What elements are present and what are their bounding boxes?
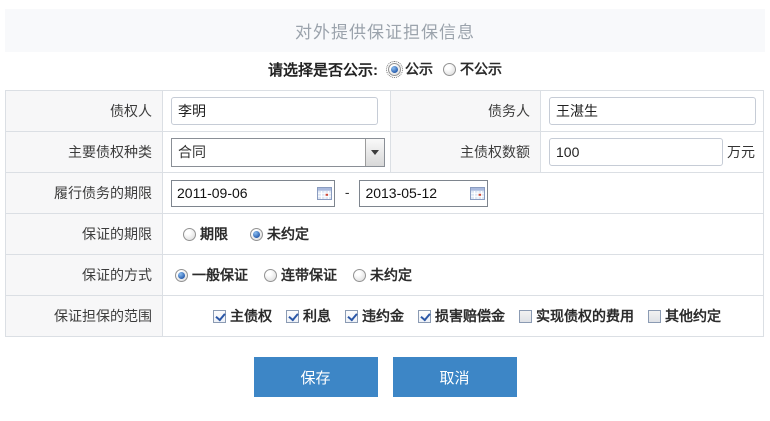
- radio-label: 不公示: [460, 59, 502, 79]
- end-date-field: [359, 180, 488, 207]
- row-creditor-debtor: 债权人 债务人: [6, 91, 764, 132]
- debt-amount-input[interactable]: [549, 138, 723, 166]
- amount-unit: 万元: [727, 144, 755, 160]
- radio-label: 未约定: [267, 224, 309, 244]
- radio-label: 公示: [405, 59, 433, 79]
- scope-checkbox-principal[interactable]: 主债权: [213, 306, 272, 326]
- checkbox-icon: [519, 310, 532, 323]
- guarantee-method-option-joint[interactable]: 连带保证: [264, 265, 337, 285]
- guarantee-period-option-unagreed[interactable]: 未约定: [250, 224, 309, 244]
- checkbox-label: 损害赔偿金: [435, 306, 505, 326]
- publicity-label: 请选择是否公示:: [268, 59, 378, 80]
- scope-checkbox-damages[interactable]: 损害赔偿金: [418, 306, 505, 326]
- row-type-amount: 主要债权种类 合同 主债权数额 万元: [6, 132, 764, 173]
- guarantee-scope-label: 保证担保的范围: [6, 296, 163, 337]
- debt-amount-label: 主债权数额: [391, 132, 541, 173]
- page-title-bar: 对外提供保证担保信息: [5, 9, 765, 52]
- action-buttons: 保存 取消: [0, 357, 770, 397]
- save-button[interactable]: 保存: [254, 357, 378, 397]
- checkbox-label: 违约金: [362, 306, 404, 326]
- performance-period-label: 履行债务的期限: [6, 173, 163, 214]
- guarantee-method-label: 保证的方式: [6, 255, 163, 296]
- checkbox-icon: [286, 310, 299, 323]
- radio-icon: [443, 63, 456, 76]
- checkbox-icon: [345, 310, 358, 323]
- radio-icon: [264, 269, 277, 282]
- radio-label: 未约定: [370, 265, 412, 285]
- start-date-input[interactable]: [172, 182, 314, 205]
- publicity-option-private[interactable]: 不公示: [443, 59, 502, 79]
- dropdown-arrow-icon[interactable]: [365, 139, 384, 166]
- radio-icon: [183, 228, 196, 241]
- scope-checkbox-other[interactable]: 其他约定: [648, 306, 721, 326]
- end-date-input[interactable]: [360, 182, 467, 205]
- radio-icon: [250, 228, 263, 241]
- page-title: 对外提供保证担保信息: [295, 18, 475, 43]
- guarantee-method-option-general[interactable]: 一般保证: [175, 265, 248, 285]
- creditor-input[interactable]: [171, 97, 378, 125]
- calendar-icon[interactable]: [314, 187, 334, 200]
- scope-checkbox-interest[interactable]: 利息: [286, 306, 331, 326]
- radio-icon: [388, 63, 401, 76]
- radio-label: 期限: [200, 224, 228, 244]
- radio-icon: [175, 269, 188, 282]
- guarantee-period-label: 保证的期限: [6, 214, 163, 255]
- checkbox-label: 其他约定: [665, 306, 721, 326]
- publicity-row: 请选择是否公示: 公示 不公示: [0, 52, 770, 86]
- checkbox-label: 实现债权的费用: [536, 306, 634, 326]
- checkbox-icon: [213, 310, 226, 323]
- checkbox-icon: [418, 310, 431, 323]
- row-guarantee-method: 保证的方式 一般保证 连带保证 未约定: [6, 255, 764, 296]
- debt-type-selected-value: 合同: [172, 142, 206, 162]
- debtor-label: 债务人: [391, 91, 541, 132]
- debtor-input[interactable]: [549, 97, 756, 125]
- guarantee-form-table: 债权人 债务人 主要债权种类 合同 主债权数额 万元 履行债务的期限: [5, 90, 764, 337]
- radio-icon: [353, 269, 366, 282]
- publicity-option-public[interactable]: 公示: [388, 59, 433, 79]
- checkbox-label: 主债权: [230, 306, 272, 326]
- debt-type-select[interactable]: 合同: [171, 138, 385, 167]
- guarantee-period-option-term[interactable]: 期限: [183, 224, 228, 244]
- date-range-separator: -: [345, 184, 350, 200]
- checkbox-icon: [648, 310, 661, 323]
- row-performance-period: 履行债务的期限 -: [6, 173, 764, 214]
- creditor-label: 债权人: [6, 91, 163, 132]
- scope-checkbox-realization-costs[interactable]: 实现债权的费用: [519, 306, 634, 326]
- calendar-icon[interactable]: [467, 187, 487, 200]
- debt-type-label: 主要债权种类: [6, 132, 163, 173]
- radio-label: 一般保证: [192, 265, 248, 285]
- scope-checkbox-penalty[interactable]: 违约金: [345, 306, 404, 326]
- radio-label: 连带保证: [281, 265, 337, 285]
- cancel-button[interactable]: 取消: [393, 357, 517, 397]
- row-guarantee-scope: 保证担保的范围 主债权 利息 违约金 损害赔偿金: [6, 296, 764, 337]
- row-guarantee-period: 保证的期限 期限 未约定: [6, 214, 764, 255]
- checkbox-label: 利息: [303, 306, 331, 326]
- start-date-field: [171, 180, 335, 207]
- guarantee-method-option-unagreed[interactable]: 未约定: [353, 265, 412, 285]
